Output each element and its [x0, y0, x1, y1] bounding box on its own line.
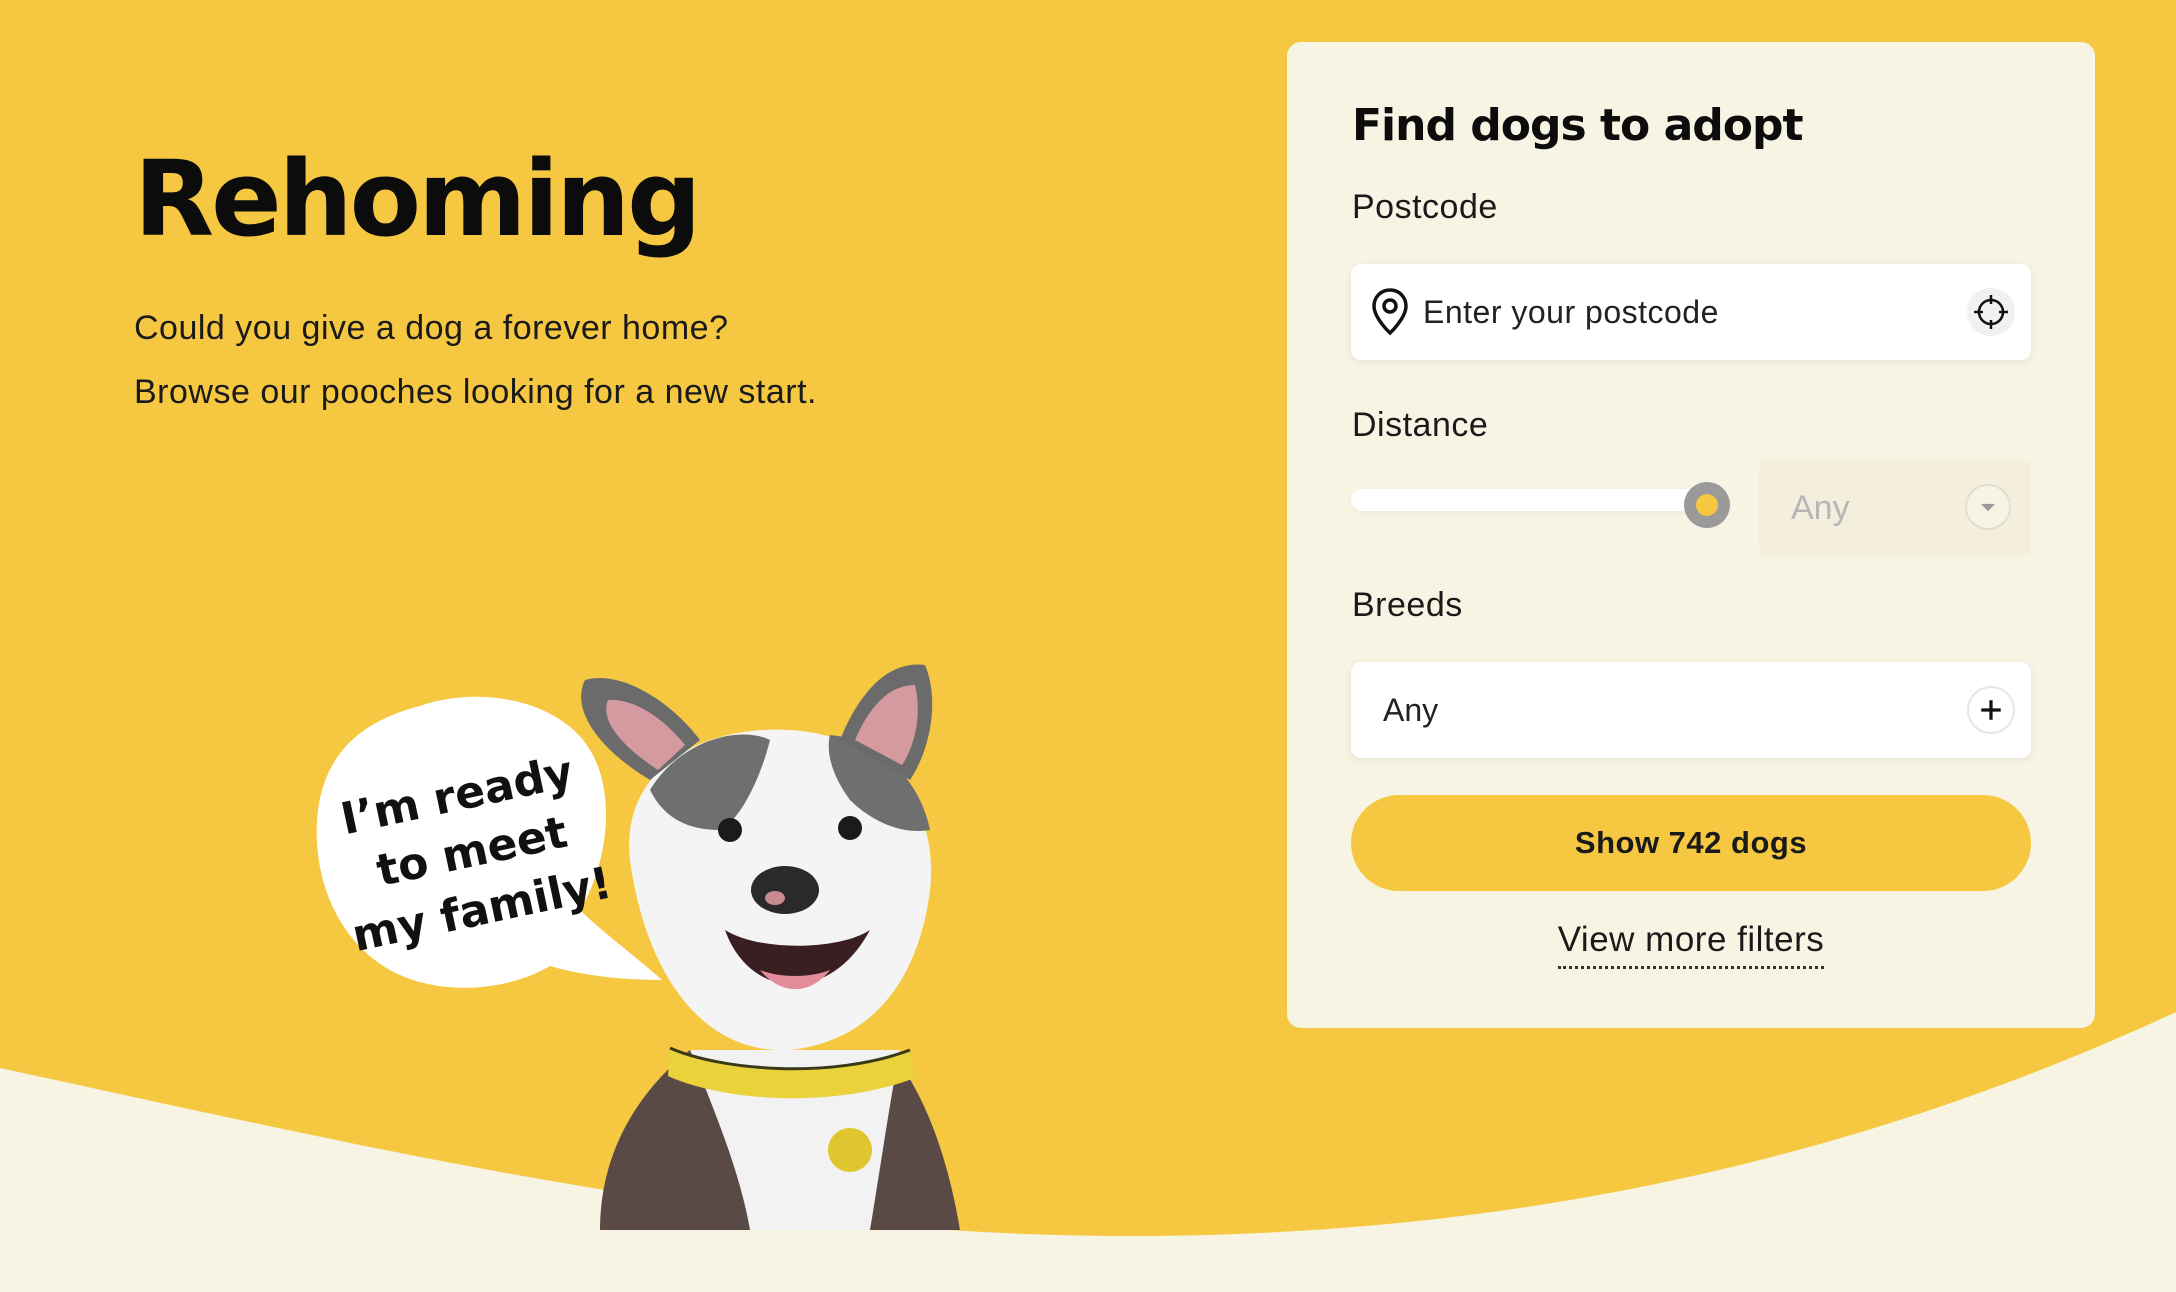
show-dogs-button[interactable]: Show 742 dogs — [1351, 795, 2031, 891]
postcode-placeholder: Enter your postcode — [1423, 294, 1719, 330]
postcode-label: Postcode — [1352, 188, 1498, 226]
more-filters-container: View more filters — [1287, 920, 2095, 969]
distance-slider-track[interactable] — [1351, 489, 1701, 511]
dog-photo — [581, 664, 960, 1230]
postcode-input[interactable]: Enter your postcode — [1351, 264, 2031, 360]
breeds-select[interactable]: Any — [1351, 662, 2031, 758]
hero-description: Could you give a dog a forever home? Bro… — [134, 309, 817, 412]
chevron-down-icon — [1965, 484, 2011, 530]
crosshair-icon — [1974, 295, 2008, 329]
view-more-filters-link[interactable]: View more filters — [1557, 920, 1825, 969]
locate-me-button[interactable] — [1967, 288, 2015, 336]
search-panel: Find dogs to adopt Postcode Enter your p… — [1287, 42, 2095, 1028]
search-panel-title: Find dogs to adopt — [1352, 100, 1804, 151]
breeds-label: Breeds — [1352, 586, 1463, 624]
dog-illustration: I’m ready to meet my family! — [316, 664, 960, 1230]
slider-thumb-center — [1696, 494, 1718, 516]
plus-icon — [1981, 700, 2001, 720]
distance-slider-thumb[interactable] — [1684, 482, 1730, 528]
hero-section: Rehoming Could you give a dog a forever … — [134, 138, 854, 424]
add-breed-button[interactable] — [1967, 686, 2015, 734]
page-title: Rehoming — [134, 138, 702, 260]
distance-label: Distance — [1352, 406, 1489, 444]
distance-select-value: Any — [1791, 489, 1850, 527]
breeds-value: Any — [1383, 692, 1439, 728]
distance-select[interactable]: Any — [1759, 460, 2031, 556]
location-pin-icon — [1372, 288, 1408, 336]
